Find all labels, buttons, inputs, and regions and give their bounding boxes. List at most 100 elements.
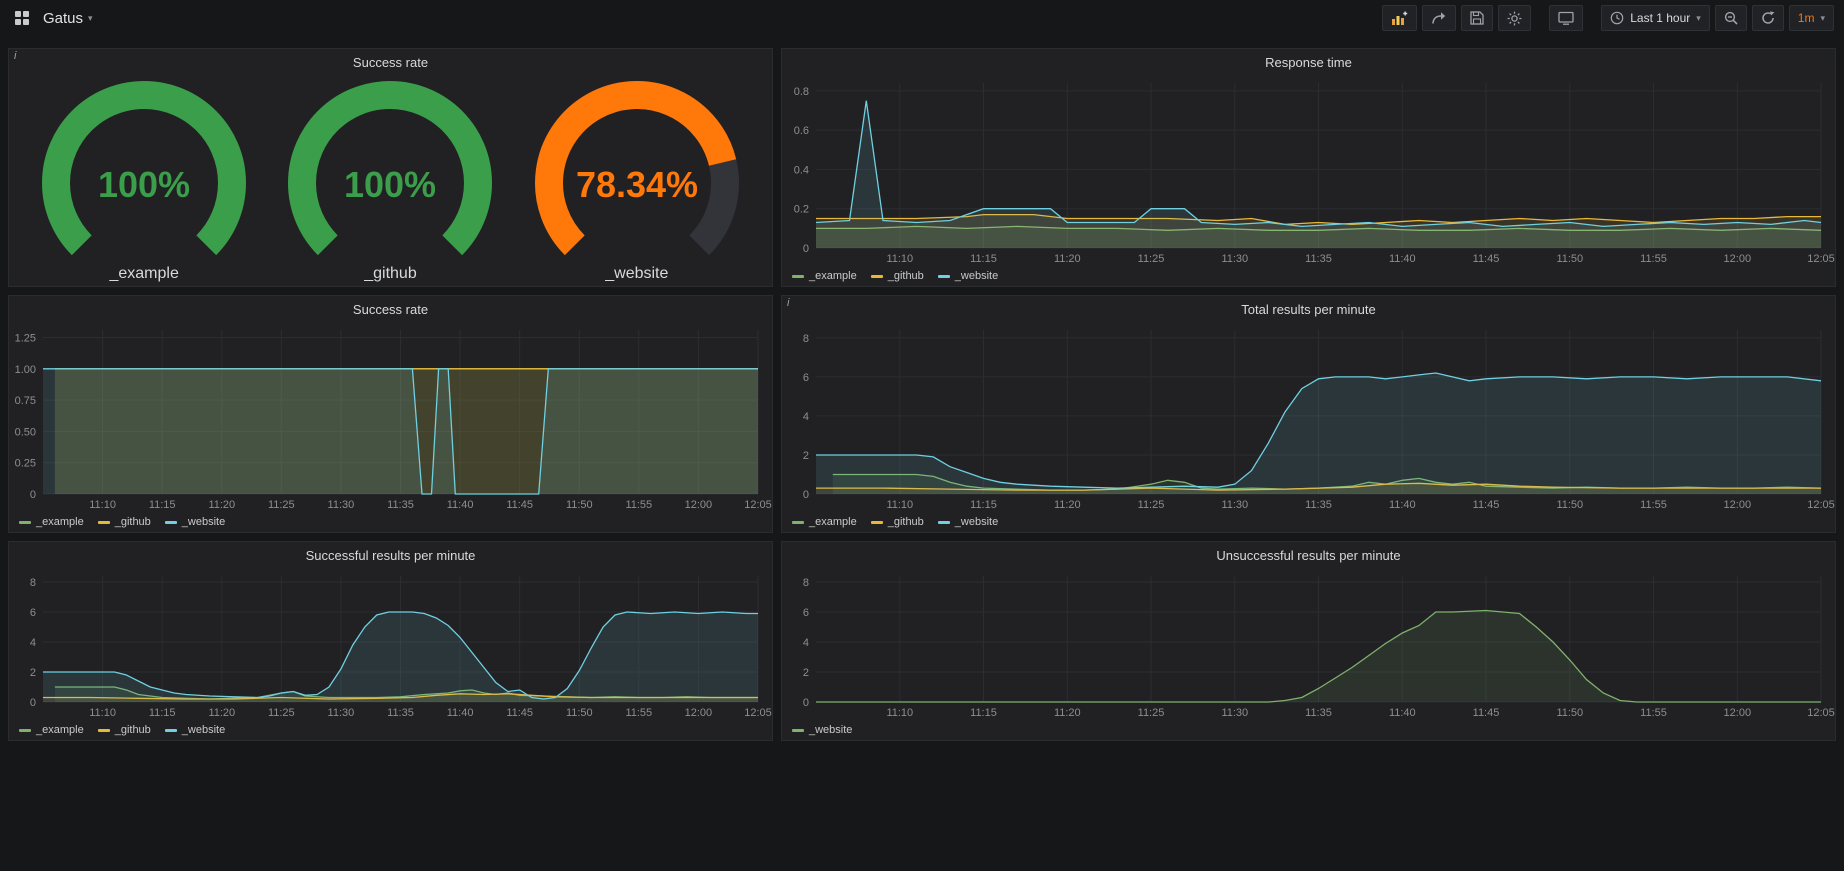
legend-color-icon xyxy=(792,521,804,524)
unsuccessful-results-chart[interactable]: 11:1011:1511:2011:2511:3011:3511:4011:45… xyxy=(782,568,1835,720)
chart-canvas[interactable]: 11:1011:1511:2011:2511:3011:3511:4011:45… xyxy=(9,568,772,720)
svg-text:0.6: 0.6 xyxy=(794,125,809,137)
gauge-example: 100%_example xyxy=(26,79,262,283)
legend-item-website[interactable]: _website xyxy=(938,516,998,528)
svg-text:11:25: 11:25 xyxy=(268,499,295,511)
success-rate-chart[interactable]: 11:1011:1511:2011:2511:3011:3511:4011:45… xyxy=(9,322,772,512)
panel-title[interactable]: Successful results per minute xyxy=(9,542,772,568)
svg-text:11:10: 11:10 xyxy=(89,499,116,511)
zoom-out-icon xyxy=(1724,11,1738,25)
panel-info-icon[interactable]: i xyxy=(787,297,799,311)
time-range-picker[interactable]: Last 1 hour ▾ xyxy=(1601,5,1710,31)
share-button[interactable] xyxy=(1422,5,1456,31)
svg-text:11:50: 11:50 xyxy=(1556,253,1583,265)
svg-text:11:55: 11:55 xyxy=(625,499,652,511)
panel-title-text: Success rate xyxy=(353,55,428,70)
panel-title[interactable]: Success rate xyxy=(9,49,772,75)
chart-canvas[interactable]: 11:1011:1511:2011:2511:3011:3511:4011:45… xyxy=(9,322,772,512)
chart-canvas[interactable]: 11:1011:1511:2011:2511:3011:3511:4011:45… xyxy=(782,75,1835,266)
settings-button[interactable] xyxy=(1498,5,1531,31)
legend-item-example[interactable]: _example xyxy=(19,516,84,528)
legend-item-website[interactable]: _website xyxy=(165,724,225,736)
svg-text:11:20: 11:20 xyxy=(1054,253,1081,265)
caret-down-icon: ▾ xyxy=(1696,14,1701,23)
svg-text:11:20: 11:20 xyxy=(1054,499,1081,511)
dashboard-title: Gatus xyxy=(43,10,83,27)
panel-title[interactable]: Unsuccessful results per minute xyxy=(782,542,1835,568)
chart-canvas[interactable]: 11:1011:1511:2011:2511:3011:3511:4011:45… xyxy=(782,322,1835,512)
legend-item-example[interactable]: _example xyxy=(19,724,84,736)
panel-title[interactable]: Response time xyxy=(782,49,1835,75)
svg-text:11:50: 11:50 xyxy=(566,499,593,511)
svg-text:11:35: 11:35 xyxy=(387,707,414,719)
panel-title-text: Unsuccessful results per minute xyxy=(1216,548,1400,563)
svg-text:11:40: 11:40 xyxy=(1389,707,1416,719)
svg-text:11:15: 11:15 xyxy=(149,499,176,511)
dashboard-title-dropdown[interactable]: Gatus ▾ xyxy=(43,10,93,27)
legend-item-github[interactable]: _github xyxy=(98,724,151,736)
gauge-label: _github xyxy=(364,265,417,283)
response-time-chart[interactable]: 11:1011:1511:2011:2511:3011:3511:4011:45… xyxy=(782,75,1835,266)
legend-item-github[interactable]: _github xyxy=(871,516,924,528)
legend-label: _website xyxy=(182,516,225,528)
gauge-label: _example xyxy=(109,265,178,283)
chart-legend: _example _github _website xyxy=(782,266,1835,286)
legend-item-example[interactable]: _example xyxy=(792,270,857,282)
svg-text:0.8: 0.8 xyxy=(794,86,809,98)
svg-text:12:00: 12:00 xyxy=(1724,707,1752,719)
legend-item-website[interactable]: _website xyxy=(938,270,998,282)
svg-text:12:05: 12:05 xyxy=(1807,707,1835,719)
successful-results-chart[interactable]: 11:1011:1511:2011:2511:3011:3511:4011:45… xyxy=(9,568,772,720)
gauge-value: 78.34% xyxy=(576,164,698,205)
dashboard-grid-icon[interactable] xyxy=(10,5,34,31)
legend-color-icon xyxy=(871,521,883,524)
svg-text:0: 0 xyxy=(30,697,36,709)
dashboard-row: Successful results per minute 11:1011:15… xyxy=(8,541,1836,741)
panel-title[interactable]: Success rate xyxy=(9,296,772,322)
cycle-view-mode-button[interactable] xyxy=(1549,5,1583,31)
legend-color-icon xyxy=(938,275,950,278)
nav-actions: Last 1 hour ▾ 1m ▾ xyxy=(1382,5,1834,31)
svg-text:11:55: 11:55 xyxy=(1640,707,1667,719)
panel-info-icon[interactable]: i xyxy=(14,50,26,64)
svg-text:0.25: 0.25 xyxy=(15,458,36,470)
svg-text:11:45: 11:45 xyxy=(506,499,533,511)
svg-text:8: 8 xyxy=(803,333,809,345)
svg-text:11:10: 11:10 xyxy=(886,707,913,719)
save-button[interactable] xyxy=(1461,5,1493,31)
legend-item-website[interactable]: _website xyxy=(165,516,225,528)
legend-color-icon xyxy=(19,729,31,732)
svg-text:0.2: 0.2 xyxy=(794,204,809,216)
share-icon xyxy=(1431,11,1447,25)
svg-text:2: 2 xyxy=(30,667,36,679)
legend-label: _github xyxy=(115,724,151,736)
zoom-out-button[interactable] xyxy=(1715,5,1747,31)
legend-color-icon xyxy=(165,729,177,732)
total-results-chart[interactable]: 11:1011:1511:2011:2511:3011:3511:4011:45… xyxy=(782,322,1835,512)
legend-color-icon xyxy=(19,521,31,524)
refresh-interval-dropdown[interactable]: 1m ▾ xyxy=(1789,5,1834,31)
legend-label: _website xyxy=(809,724,852,736)
legend-item-website[interactable]: _website xyxy=(792,724,852,736)
legend-item-github[interactable]: _github xyxy=(871,270,924,282)
legend-color-icon xyxy=(871,275,883,278)
svg-text:11:15: 11:15 xyxy=(970,499,997,511)
svg-text:11:40: 11:40 xyxy=(447,707,474,719)
chart-legend: _example _github _website xyxy=(9,512,772,532)
panel-title[interactable]: Total results per minute xyxy=(782,296,1835,322)
svg-text:11:40: 11:40 xyxy=(1389,253,1416,265)
gear-icon xyxy=(1507,11,1522,26)
dashboard-row: i Success rate 100%_example100%_github78… xyxy=(8,48,1836,287)
chart-canvas[interactable]: 11:1011:1511:2011:2511:3011:3511:4011:45… xyxy=(782,568,1835,720)
svg-text:0: 0 xyxy=(803,489,809,501)
svg-text:12:00: 12:00 xyxy=(1724,499,1752,511)
svg-text:4: 4 xyxy=(30,637,36,649)
svg-text:11:25: 11:25 xyxy=(1138,707,1165,719)
legend-item-github[interactable]: _github xyxy=(98,516,151,528)
refresh-button[interactable] xyxy=(1752,5,1784,31)
legend-item-example[interactable]: _example xyxy=(792,516,857,528)
legend-label: _example xyxy=(36,724,84,736)
refresh-interval-label: 1m xyxy=(1798,11,1815,25)
svg-text:11:40: 11:40 xyxy=(447,499,474,511)
add-panel-button[interactable] xyxy=(1382,5,1417,31)
